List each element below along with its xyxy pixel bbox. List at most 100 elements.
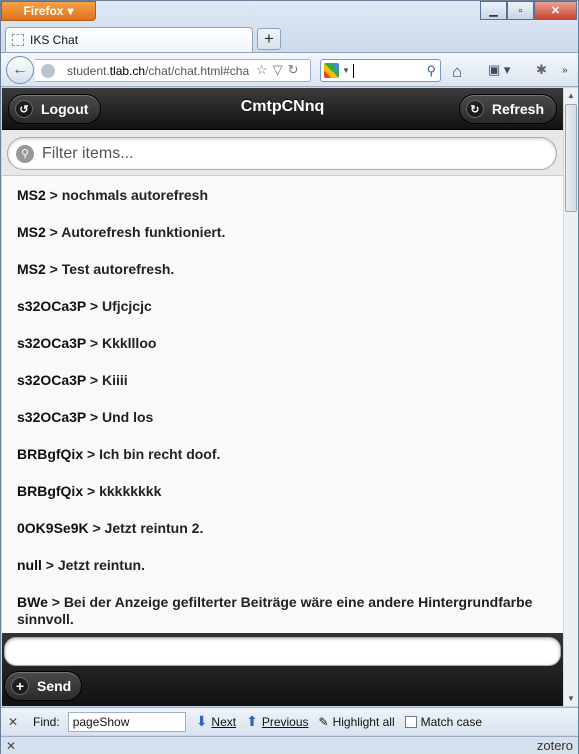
message-text: > Ich bin recht doof. bbox=[83, 446, 221, 462]
find-next-button[interactable]: ⬇ Next bbox=[196, 713, 236, 730]
find-previous-label: Previous bbox=[261, 714, 309, 729]
text-cursor bbox=[352, 63, 354, 78]
new-tab-button[interactable]: + bbox=[257, 28, 281, 50]
plus-icon: + bbox=[11, 677, 29, 695]
vertical-scrollbar[interactable]: ▲ ▼ bbox=[563, 88, 578, 706]
message-nick: BWe bbox=[17, 594, 48, 610]
message-item: BRBgfQix > kkkkkkkk bbox=[2, 473, 563, 510]
plus-icon: + bbox=[264, 29, 274, 48]
dropdown-arrow-icon: ▾ bbox=[67, 4, 74, 18]
message-item: MS2 > Autorefresh funktioniert. bbox=[2, 214, 563, 251]
overflow-chevron-icon[interactable]: » bbox=[562, 65, 568, 76]
down-arrow-icon: ⬇ bbox=[195, 713, 208, 729]
filter-bar: ⚲ Filter items... bbox=[2, 130, 563, 176]
message-text: > kkkkkkkk bbox=[83, 483, 162, 499]
page-content: ↺ Logout CmtpCNnq ↻ Refresh ⚲ Filter ite… bbox=[2, 88, 563, 706]
url-domain: tlab.ch bbox=[109, 63, 146, 78]
filter-input[interactable]: ⚲ Filter items... bbox=[7, 137, 557, 170]
message-text: > Bei der Anzeige gefilterter Beiträge w… bbox=[17, 594, 533, 627]
message-text: > Ufjcjcjc bbox=[86, 298, 152, 314]
up-arrow-icon: ⬆ bbox=[246, 713, 258, 729]
filter-placeholder: Filter items... bbox=[42, 144, 134, 162]
home-icon[interactable]: ⌂ bbox=[452, 62, 462, 82]
message-nick: s32OCa3P bbox=[17, 335, 87, 351]
message-nick: MS2 bbox=[17, 187, 46, 203]
message-nick: MS2 bbox=[17, 261, 46, 277]
search-icon: ⚲ bbox=[16, 144, 34, 163]
message-text: > Kiiii bbox=[86, 372, 128, 388]
back-button[interactable]: ← bbox=[6, 56, 34, 84]
highlighter-icon: ✎ bbox=[318, 714, 329, 729]
url-bar-icons: ☆ ▽ ↻ bbox=[256, 62, 299, 78]
back-arrow-icon: ← bbox=[12, 61, 28, 78]
message-list: MS2 > nochmals autorefresh MS2 > Autorefr… bbox=[2, 177, 563, 638]
engine-dropdown-icon[interactable]: ▼ bbox=[342, 66, 350, 75]
history-dropdown-icon[interactable]: ▽ bbox=[273, 62, 283, 78]
send-label: Send bbox=[37, 678, 72, 694]
message-item: BRBgfQix > Ich bin recht doof. bbox=[2, 436, 563, 473]
maximize-icon[interactable]: ▫ bbox=[507, 1, 534, 20]
bookmark-star-icon[interactable]: ☆ bbox=[256, 62, 268, 78]
scrollbar-thumb[interactable] bbox=[565, 104, 577, 212]
scroll-down-arrow-icon[interactable]: ▼ bbox=[564, 691, 578, 706]
refresh-icon: ↻ bbox=[465, 100, 484, 118]
message-item: 0OK9Se9K > Jetzt reintun 2. bbox=[2, 510, 563, 547]
close-findbar-icon[interactable]: ✕ bbox=[3, 715, 23, 729]
url-prefix: student. bbox=[67, 63, 110, 78]
app-footer: + Send bbox=[2, 633, 563, 706]
firefox-menu-button[interactable]: Firefox ▾ bbox=[1, 1, 96, 21]
refresh-label: Refresh bbox=[491, 101, 544, 117]
find-previous-button[interactable]: ⬆ Previous bbox=[246, 713, 308, 730]
message-nick: BRBgfQix bbox=[17, 446, 84, 462]
message-text: > Test autorefresh. bbox=[45, 261, 175, 277]
tab-title: IKS Chat bbox=[30, 33, 79, 47]
browser-tab[interactable]: IKS Chat bbox=[5, 27, 253, 52]
message-text: > Kkklllo‌o bbox=[86, 335, 157, 351]
search-box[interactable]: ▼ ⚲ bbox=[320, 59, 441, 82]
reload-icon[interactable]: ↻ bbox=[288, 62, 299, 78]
message-item: s32OCa3P > Ufjcjcjc bbox=[2, 288, 563, 325]
message-text: > Autorefresh funktioniert. bbox=[45, 224, 226, 240]
close-statusbar-icon[interactable]: ✕ bbox=[6, 739, 16, 753]
message-nick: null bbox=[17, 557, 42, 573]
message-nick: BRBgfQix bbox=[17, 483, 84, 499]
checkbox-box[interactable] bbox=[404, 715, 417, 728]
find-input[interactable]: pageShow bbox=[67, 711, 186, 732]
match-case-label: Match case bbox=[420, 714, 482, 729]
extension-icon[interactable]: ✱ bbox=[536, 62, 547, 78]
site-identity-icon bbox=[41, 63, 55, 78]
google-engine-icon[interactable] bbox=[324, 63, 339, 78]
firefox-menu-label: Firefox bbox=[23, 4, 64, 18]
minimize-icon[interactable]: ▁ bbox=[480, 1, 507, 20]
app-header: ↺ Logout CmtpCNnq ↻ Refresh bbox=[2, 88, 563, 130]
message-item: s32OCa3P > Kkklllo‌o bbox=[2, 325, 563, 362]
zotero-logo[interactable]: zotero bbox=[537, 738, 573, 753]
find-label: Find: bbox=[33, 714, 60, 729]
send-button[interactable]: + Send bbox=[4, 671, 83, 701]
browser-window: Firefox ▾ ▁ ▫ ✕ IKS Chat + student. tlab.c… bbox=[0, 0, 579, 754]
navigation-toolbar: student. tlab.ch/chat/chat.html#cha ← ☆ ▽… bbox=[1, 52, 578, 87]
close-window-icon[interactable]: ✕ bbox=[534, 1, 577, 20]
message-item: s32OCa3P > Und los bbox=[2, 399, 563, 436]
refresh-button[interactable]: ↻ Refresh bbox=[458, 94, 557, 124]
message-input[interactable] bbox=[4, 637, 561, 666]
tab-favicon-icon bbox=[12, 34, 24, 46]
message-nick: MS2 bbox=[17, 224, 46, 240]
message-item: s32OCa3P > Kiiii bbox=[2, 362, 563, 399]
scroll-up-arrow-icon[interactable]: ▲ bbox=[564, 88, 578, 103]
message-item: MS2 > nochmals autorefresh bbox=[2, 177, 563, 214]
message-nick: s32OCa3P bbox=[17, 298, 87, 314]
message-item: BWe > Bei der Anzeige gefilterter Beiträ… bbox=[2, 584, 563, 638]
message-nick: 0OK9Se9K bbox=[17, 520, 89, 536]
search-icon[interactable]: ⚲ bbox=[426, 63, 436, 79]
find-bar: ✕ Find: pageShow ⬇ Next ⬆ Previous ✎ Highli… bbox=[1, 707, 578, 735]
status-bar: ✕ zotero bbox=[1, 736, 578, 754]
window-controls: ▁ ▫ ✕ bbox=[480, 1, 577, 20]
bookmarks-menu-icon[interactable]: ▣ ▾ bbox=[488, 62, 510, 78]
find-next-label: Next bbox=[211, 714, 237, 729]
message-text: > Jetzt reintun 2. bbox=[88, 520, 204, 536]
match-case-checkbox[interactable]: Match case bbox=[404, 714, 482, 729]
url-path: /chat/chat.html#cha bbox=[145, 63, 250, 78]
highlight-all-button[interactable]: ✎ Highlight all bbox=[319, 715, 395, 729]
highlight-all-label: Highlight all bbox=[332, 714, 395, 729]
